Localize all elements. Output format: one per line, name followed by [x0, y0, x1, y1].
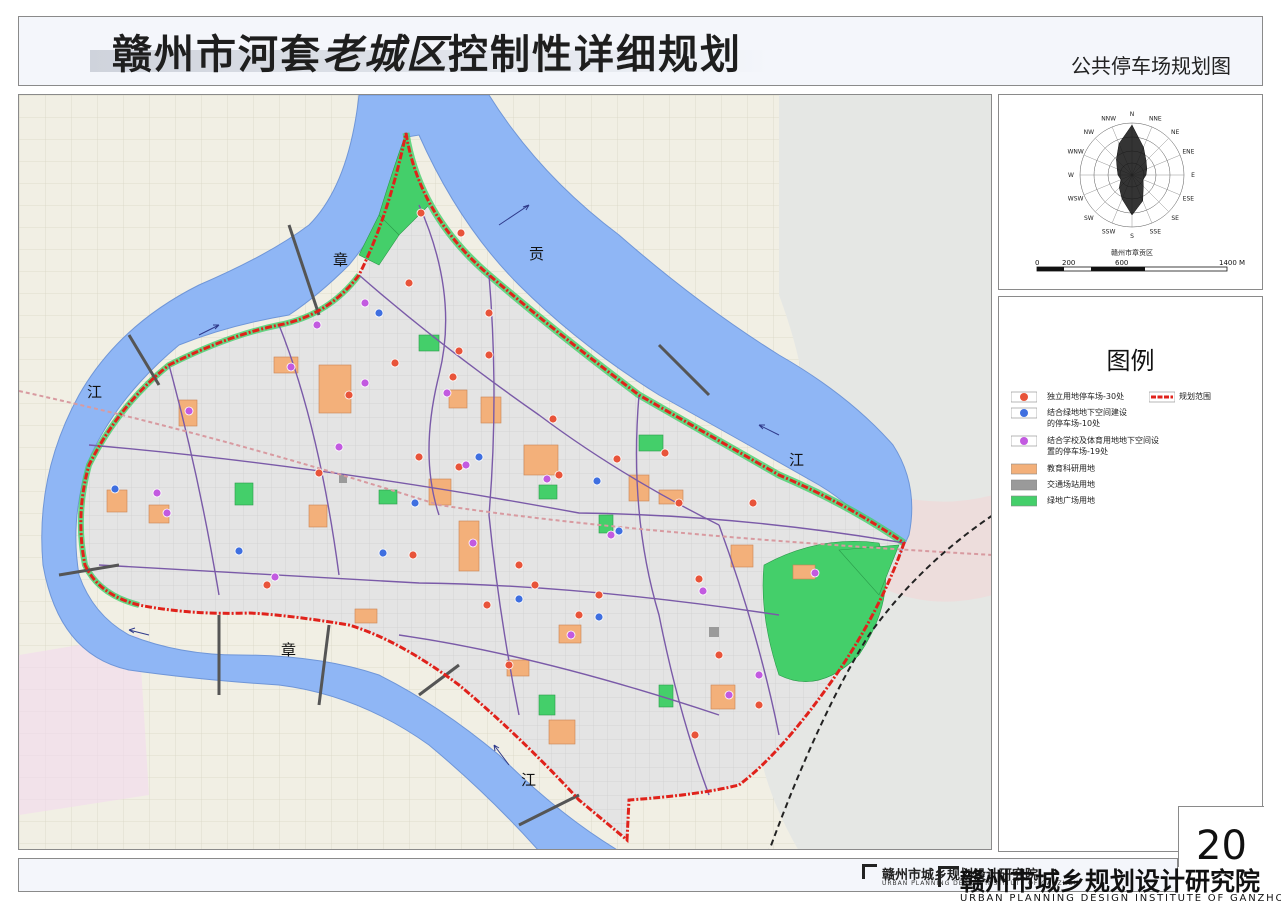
scale-tick-200: 200	[1062, 259, 1075, 267]
scale-tick-1400: 1400	[1219, 259, 1237, 267]
compass-direction-sw: SW	[1084, 215, 1094, 222]
map-panel[interactable]: 章 贡 江 江 章 江	[18, 94, 992, 850]
compass-direction-ne: NE	[1171, 129, 1179, 136]
scale-tick-600: 600	[1115, 259, 1128, 267]
map-subtitle: 公共停车场规划图	[1071, 54, 1231, 78]
swatch-green-land	[1011, 495, 1037, 507]
wind-rose: N NNE NE ENE E ESE SE SSE S SSW SW WSW W WNW NW NNW 赣州市…	[1035, 111, 1245, 272]
legend-label-transport-land: 交通场站用地	[1047, 480, 1095, 489]
compass-direction-w: W	[1068, 172, 1074, 179]
river-label-gong: 贡	[529, 245, 544, 263]
legend-label-education-land: 教育科研用地	[1047, 464, 1095, 473]
compass-direction-ssw: SSW	[1102, 228, 1116, 235]
compass-caption: 赣州市章贡区	[1111, 248, 1153, 257]
title-part2: 老城区	[322, 31, 448, 78]
compass-direction-wnw: WNW	[1067, 149, 1083, 156]
compass-direction-nne: NNE	[1149, 116, 1162, 123]
compass-direction-e: E	[1191, 172, 1195, 179]
compass-direction-ese: ESE	[1183, 195, 1195, 202]
swatch-education-land	[1011, 463, 1037, 475]
swatch-school-underground-parking	[1011, 435, 1037, 447]
legend-panel: 图例 独立用地停车场-30处 规划范围 结合绿地地下空间建设的停车场-10处 结…	[998, 296, 1263, 852]
compass-direction-nw: NW	[1084, 129, 1094, 136]
scale-tick-0: 0	[1035, 259, 1039, 267]
title-part3: 控制性详细规划	[448, 31, 742, 78]
compass-direction-n: N	[1130, 111, 1135, 118]
river-label-jiang-south: 江	[521, 771, 536, 789]
legend-title: 图例	[1106, 347, 1155, 375]
compass-direction-se: SE	[1171, 215, 1179, 222]
scale-unit: M	[1239, 259, 1245, 267]
legend-label-school-underground-parking: 结合学校及体育用地地下空间设置的停车场-19处	[1047, 436, 1159, 456]
compass-direction-wsw: WSW	[1068, 195, 1084, 202]
institute-name-en: URBAN PLANNING DESIGN INSTITUTE OF GANZH…	[960, 893, 1281, 904]
river-label-jiang-east: 江	[789, 451, 804, 469]
river-label-zhang-north: 章	[333, 251, 348, 269]
legend-label-planning-boundary: 规划范围	[1179, 392, 1211, 401]
page-title: 赣州市河套老城区控制性详细规划	[112, 22, 742, 80]
swatch-green-underground-parking	[1011, 407, 1037, 419]
compass-panel: N NNE NE ENE E ESE SE SSE S SSW SW WSW W WNW NW NNW 赣州市…	[998, 94, 1263, 290]
compass-direction-s: S	[1130, 233, 1134, 240]
river-label-zhang-south: 章	[281, 641, 296, 659]
river-label-jiang-west: 江	[87, 383, 102, 401]
swatch-independent-parking	[1011, 391, 1037, 403]
swatch-planning-boundary	[1149, 391, 1175, 403]
legend-label-green-underground-parking: 结合绿地地下空间建设的停车场-10处	[1047, 408, 1127, 428]
planning-map[interactable]: 章 贡 江 江 章 江	[19, 95, 992, 850]
compass-direction-nnw: NNW	[1101, 116, 1116, 123]
institute-logo	[938, 866, 959, 887]
compass-direction-sse: SSE	[1150, 228, 1162, 235]
institute-logo-small	[862, 864, 877, 879]
compass-direction-ene: ENE	[1182, 149, 1194, 156]
legend-label-green-land: 绿地广场用地	[1047, 496, 1095, 505]
swatch-transport-land	[1011, 479, 1037, 491]
title-part1: 赣州市河套	[112, 31, 322, 78]
scale-bar: 0 200 600 1400 M	[1035, 259, 1245, 272]
page-number-box: 20	[1178, 806, 1264, 869]
wind-rose-graphic	[1079, 122, 1185, 228]
